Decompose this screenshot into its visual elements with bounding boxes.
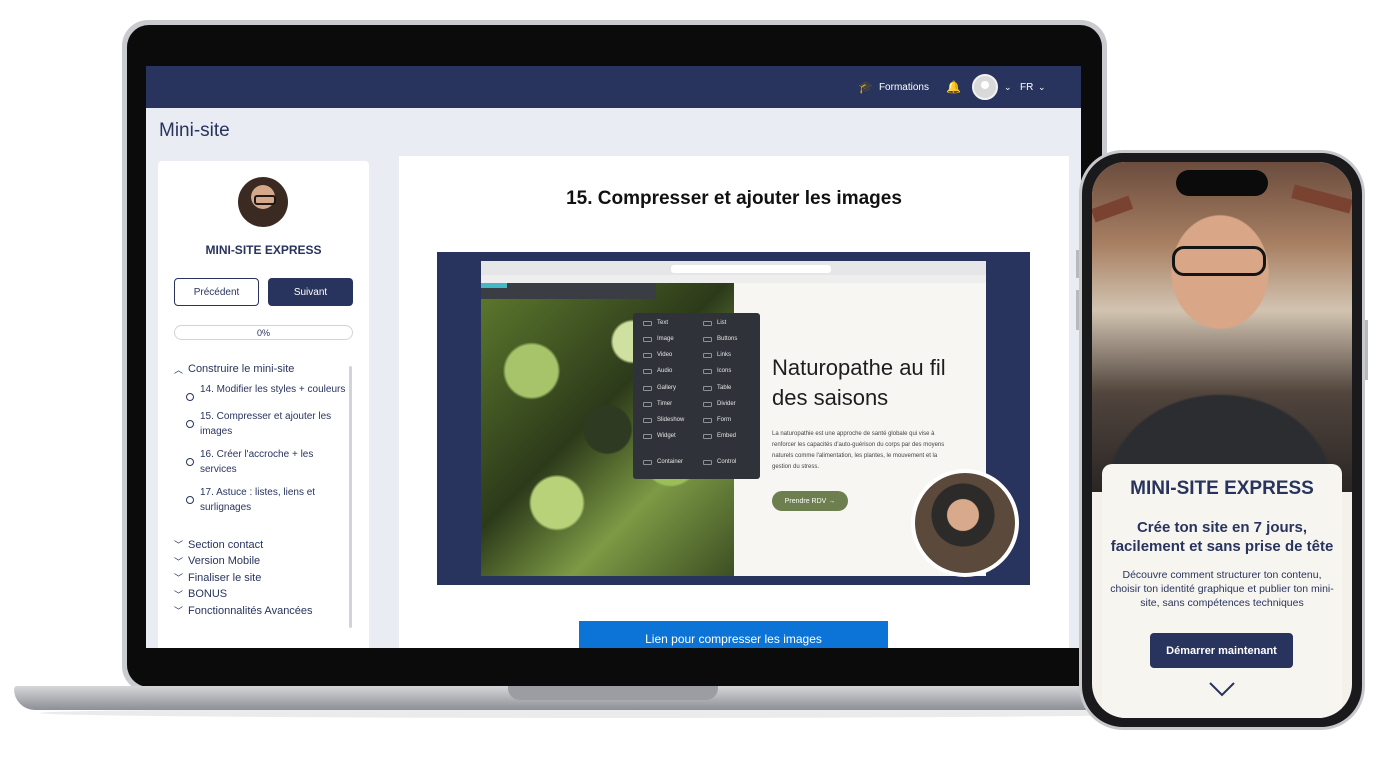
section-label: Version Mobile bbox=[188, 555, 261, 568]
appointment-button: Prendre RDV → bbox=[772, 491, 848, 511]
chevron-down-icon: ﹀ bbox=[174, 589, 184, 600]
lesson-label: 15. Compresser et ajouter les images bbox=[200, 410, 332, 437]
circle-icon bbox=[186, 457, 194, 466]
chevron-down-icon: ﹀ bbox=[174, 540, 184, 551]
course-outline: ︿ Construire le mini-site 14. Modifier l… bbox=[174, 361, 354, 641]
lesson-label: 16. Créer l'accroche + les services bbox=[200, 448, 314, 475]
section-toggle[interactable]: ︿ Construire le mini-site bbox=[174, 361, 354, 378]
compress-images-link-button[interactable]: Lien pour compresser les images bbox=[579, 621, 888, 648]
promo-description: Découvre comment structurer ton contenu,… bbox=[1110, 569, 1334, 609]
chevron-up-icon: ︿ bbox=[174, 364, 184, 375]
menu-item: Icons bbox=[703, 368, 731, 374]
menu-item: Text bbox=[643, 320, 668, 326]
menu-item: Video bbox=[643, 352, 672, 358]
circle-icon bbox=[186, 495, 194, 504]
language-selector[interactable]: FR bbox=[1020, 66, 1033, 108]
lesson-label: 17. Astuce : listes, liens et surlignage… bbox=[200, 486, 316, 513]
bell-icon[interactable]: 🔔 bbox=[946, 66, 961, 108]
hero-text: La naturopathie est une approche de sant… bbox=[772, 431, 945, 470]
section-toggle[interactable]: ﹀ Section contact bbox=[174, 537, 354, 554]
start-now-button[interactable]: Démarrer maintenant bbox=[1150, 633, 1293, 668]
hero-title: Naturopathe au fil des saisons bbox=[772, 355, 946, 410]
menu-item: Widget bbox=[643, 433, 676, 439]
course-sidebar: MINI-SITE EXPRESS Précédent Suivant 0% ︿… bbox=[158, 161, 369, 648]
outline-scrollbar[interactable] bbox=[349, 366, 352, 628]
app-header: 🎓 Formations 🔔 ⌄ FR ⌄ bbox=[146, 66, 1081, 108]
progress-bar: 0% bbox=[174, 325, 353, 340]
dynamic-island bbox=[1176, 170, 1268, 196]
lesson-item[interactable]: 17. Astuce : listes, liens et surlignage… bbox=[186, 485, 354, 515]
lesson-item[interactable]: 15. Compresser et ajouter les images bbox=[186, 409, 354, 439]
previous-button[interactable]: Précédent bbox=[174, 278, 259, 306]
section-label: Section contact bbox=[188, 538, 264, 551]
lesson-content: 15. Compresser et ajouter les images Tex… bbox=[399, 156, 1069, 648]
chevron-down-icon: ﹀ bbox=[174, 573, 184, 584]
presenter-video[interactable] bbox=[1092, 162, 1352, 492]
menu-item: Audio bbox=[643, 368, 672, 374]
phone-side-button bbox=[1076, 250, 1079, 278]
section-label: Construire le mini-site bbox=[188, 363, 295, 376]
menu-item: Buttons bbox=[703, 336, 737, 342]
lesson-label: 14. Modifier les styles + couleurs bbox=[200, 383, 346, 395]
menu-item: Control bbox=[703, 459, 736, 465]
menu-item: Timer bbox=[643, 401, 672, 407]
phone-side-button bbox=[1076, 290, 1079, 330]
menu-item: Table bbox=[703, 385, 731, 391]
promo-title: MINI-SITE EXPRESS bbox=[1130, 478, 1314, 499]
section-toggle[interactable]: ﹀ BONUS bbox=[174, 586, 354, 603]
phone-side-button bbox=[1365, 320, 1368, 380]
section-toggle[interactable]: ﹀ Fonctionnalités Avancées bbox=[174, 603, 354, 620]
browser-url-bar bbox=[671, 265, 831, 273]
presenter-glasses bbox=[1172, 246, 1266, 276]
presenter-webcam bbox=[911, 469, 1019, 577]
browser-tabs bbox=[481, 275, 986, 283]
menu-item: Form bbox=[703, 417, 731, 423]
laptop-notch bbox=[508, 686, 718, 700]
editor-toolbar bbox=[481, 283, 656, 299]
section-label: Finaliser le site bbox=[188, 571, 262, 584]
menu-item: Divider bbox=[703, 401, 736, 407]
promo-subtitle: Crée ton site en 7 jours, facilement et … bbox=[1110, 519, 1334, 555]
lesson-title: 15. Compresser et ajouter les images bbox=[566, 188, 902, 209]
menu-item: Container bbox=[643, 459, 683, 465]
section-toggle[interactable]: ﹀ Version Mobile bbox=[174, 553, 354, 570]
container-tag bbox=[481, 283, 507, 288]
mockup-stage: 🎓 Formations 🔔 ⌄ FR ⌄ Mini-site MINI-SIT… bbox=[0, 0, 1373, 758]
menu-item: Slideshow bbox=[643, 417, 684, 423]
chevron-down-icon: ﹀ bbox=[174, 606, 184, 617]
graduation-cap-icon: 🎓 bbox=[858, 80, 873, 94]
section-toggle[interactable]: ﹀ Finaliser le site bbox=[174, 570, 354, 587]
menu-item: Gallery bbox=[643, 385, 676, 391]
section-label: BONUS bbox=[188, 588, 228, 601]
section-label: Fonctionnalités Avancées bbox=[188, 604, 313, 617]
circle-icon bbox=[186, 392, 194, 401]
lesson-video[interactable]: Text Image Video Audio Gallery Timer Sli… bbox=[437, 252, 1030, 585]
chevron-down-icon[interactable]: ⌄ bbox=[1038, 66, 1046, 108]
laptop-screen: 🎓 Formations 🔔 ⌄ FR ⌄ Mini-site MINI-SIT… bbox=[146, 66, 1081, 648]
next-button[interactable]: Suivant bbox=[268, 278, 353, 306]
circle-icon bbox=[186, 419, 194, 428]
page-title: Mini-site bbox=[159, 120, 230, 141]
formations-label: Formations bbox=[878, 81, 929, 93]
menu-item: List bbox=[703, 320, 726, 326]
chevron-down-icon[interactable] bbox=[1208, 680, 1236, 698]
lesson-item[interactable]: 14. Modifier les styles + couleurs bbox=[186, 382, 354, 401]
menu-item: Image bbox=[643, 336, 674, 342]
instructor-avatar bbox=[238, 177, 288, 227]
lesson-item[interactable]: 16. Créer l'accroche + les services bbox=[186, 447, 354, 477]
menu-item: Embed bbox=[703, 433, 736, 439]
course-name: MINI-SITE EXPRESS bbox=[205, 243, 322, 257]
video-browser-frame: Text Image Video Audio Gallery Timer Sli… bbox=[481, 261, 986, 576]
insert-menu: Text Image Video Audio Gallery Timer Sli… bbox=[633, 313, 760, 479]
chevron-down-icon[interactable]: ⌄ bbox=[1004, 66, 1012, 108]
phone-screen: MINI-SITE EXPRESS Crée ton site en 7 jou… bbox=[1092, 162, 1352, 718]
avatar[interactable] bbox=[972, 74, 998, 100]
menu-item: Links bbox=[703, 352, 731, 358]
formations-link[interactable]: 🎓 Formations bbox=[858, 66, 929, 108]
chevron-down-icon: ﹀ bbox=[174, 556, 184, 567]
